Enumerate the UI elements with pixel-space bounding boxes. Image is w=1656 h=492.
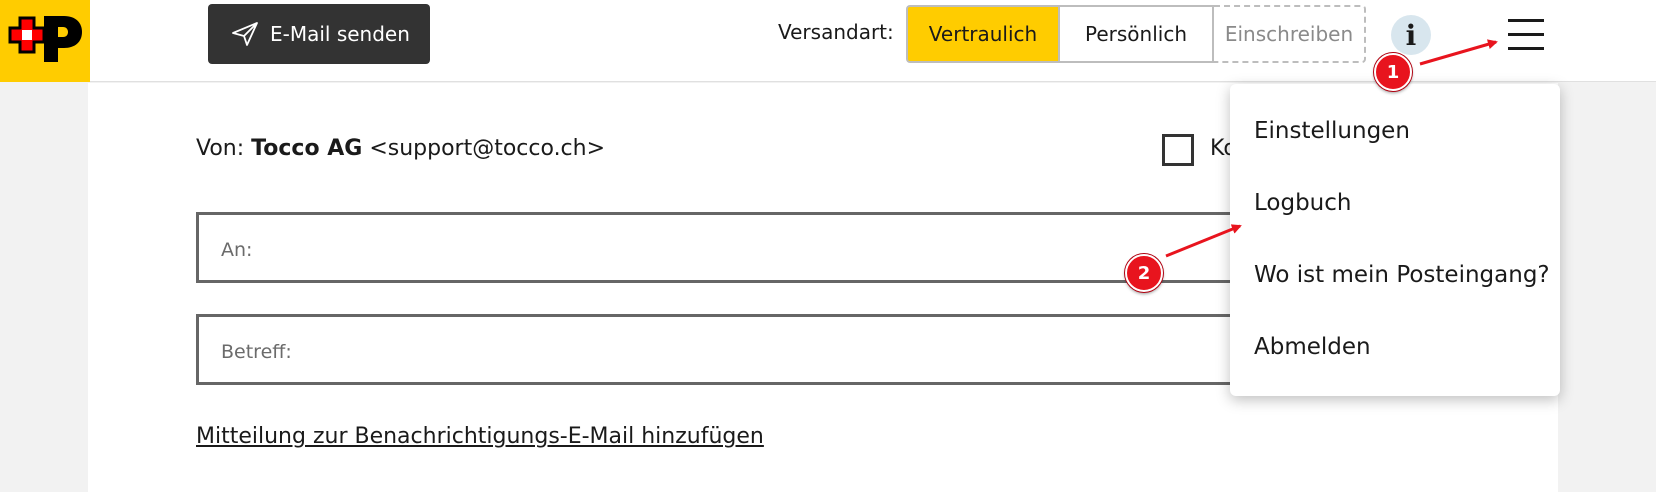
info-icon[interactable]: i bbox=[1391, 15, 1431, 55]
sender-name: Tocco AG bbox=[251, 136, 363, 161]
versandart-label: Versandart: bbox=[778, 20, 894, 44]
send-email-button-label: E-Mail senden bbox=[270, 22, 410, 46]
subject-placeholder: Betreff: bbox=[221, 341, 292, 363]
recipient-placeholder: An: bbox=[221, 239, 253, 261]
add-notification-message-link[interactable]: Mitteilung zur Benachrichtigungs-E-Mail … bbox=[196, 424, 764, 449]
sender-prefix: Von: bbox=[196, 136, 245, 161]
copy-checkbox[interactable] bbox=[1162, 134, 1194, 166]
swiss-post-logo-icon bbox=[8, 16, 82, 62]
sender-email: <support@tocco.ch> bbox=[369, 136, 606, 161]
menu-item-einstellungen[interactable]: Einstellungen bbox=[1254, 118, 1410, 144]
annotation-badge-2: 2 bbox=[1125, 254, 1163, 292]
versandart-option-einschreiben[interactable]: Einschreiben bbox=[1214, 5, 1366, 63]
subject-field[interactable]: Betreff: bbox=[196, 314, 1306, 385]
post-logo[interactable] bbox=[0, 0, 90, 82]
sender-line: Von: Tocco AG <support@tocco.ch> bbox=[196, 136, 605, 161]
main-menu-dropdown: Einstellungen Logbuch Wo ist mein Postei… bbox=[1230, 84, 1560, 396]
menu-item-logbuch[interactable]: Logbuch bbox=[1254, 190, 1351, 216]
send-email-button[interactable]: E-Mail senden bbox=[208, 4, 430, 64]
annotation-badge-1: 1 bbox=[1374, 53, 1412, 91]
versandart-option-persoenlich[interactable]: Persönlich bbox=[1060, 5, 1214, 63]
hamburger-menu-icon[interactable] bbox=[1508, 19, 1544, 51]
versandart-option-vertraulich[interactable]: Vertraulich bbox=[906, 5, 1060, 63]
paper-plane-icon bbox=[232, 22, 258, 46]
menu-item-abmelden[interactable]: Abmelden bbox=[1254, 334, 1371, 360]
menu-item-posteingang[interactable]: Wo ist mein Posteingang? bbox=[1254, 262, 1550, 288]
